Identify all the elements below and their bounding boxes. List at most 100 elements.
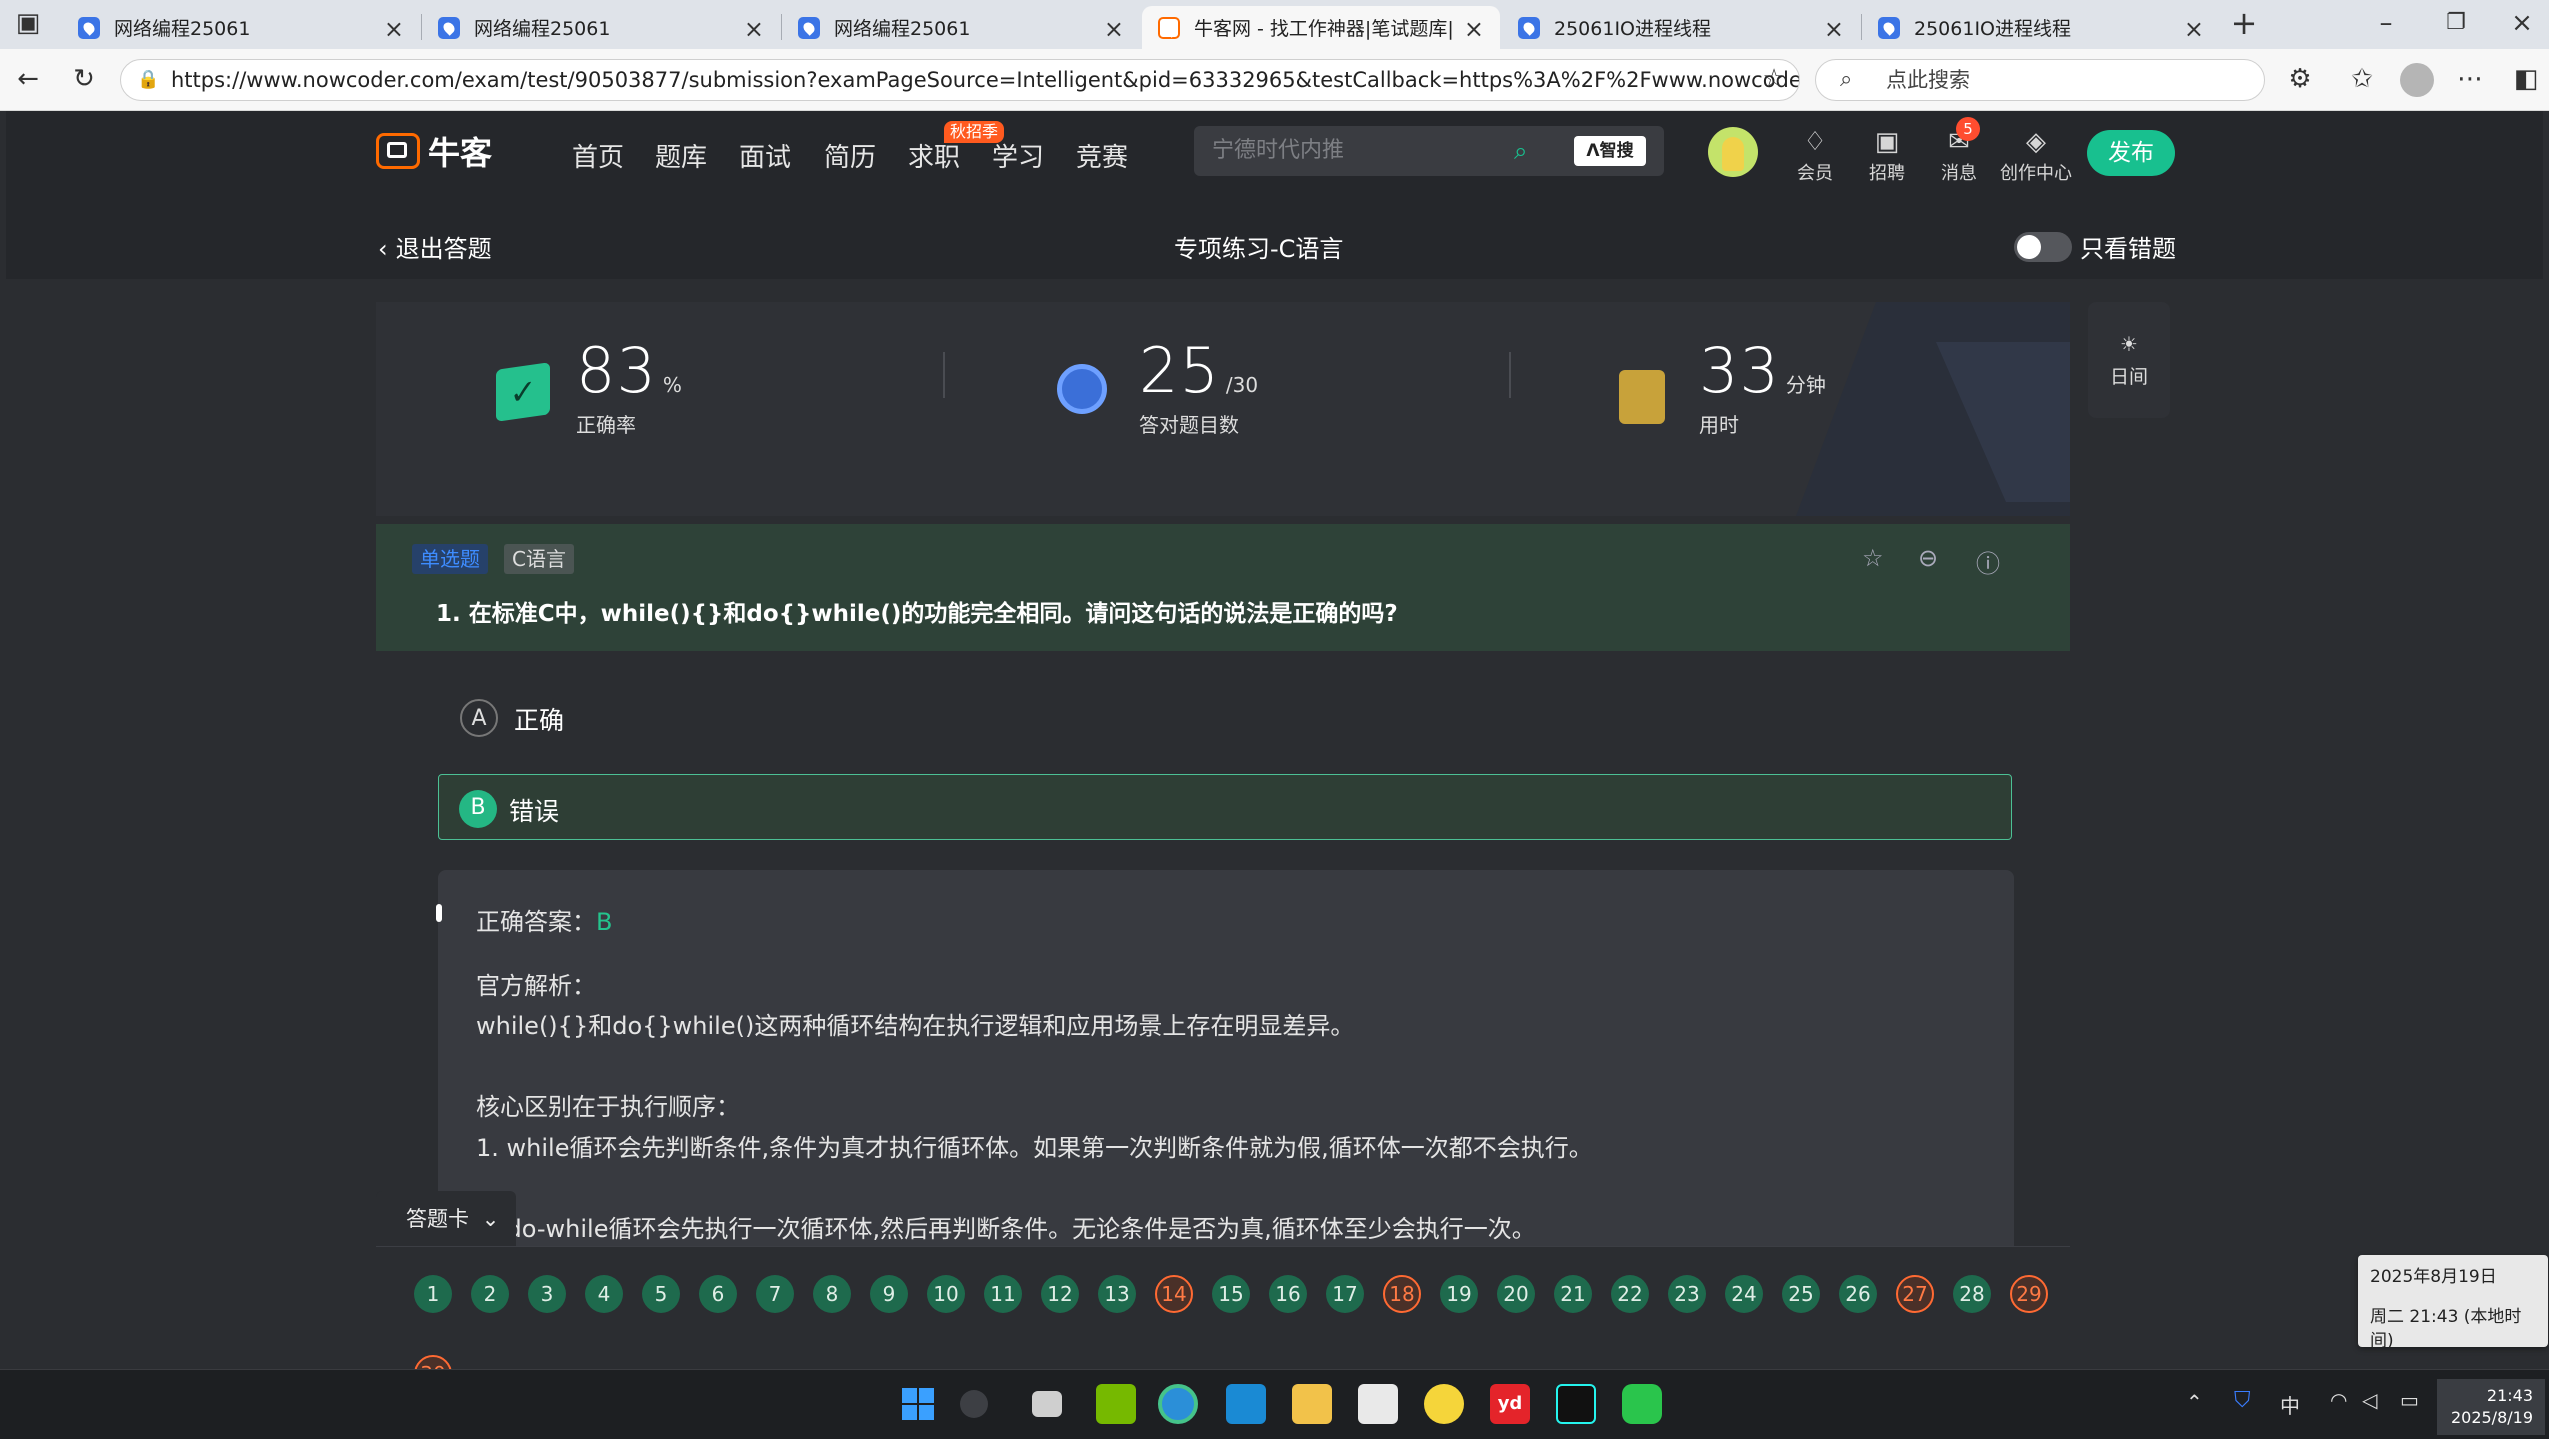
answer-card-number[interactable]: 15	[1212, 1275, 1250, 1313]
only-wrong-toggle[interactable]: 只看错题	[2014, 229, 2176, 264]
option-a[interactable]: A 正确	[438, 684, 2012, 750]
extensions-icon[interactable]: ⚙	[2282, 64, 2318, 94]
volume-icon[interactable]: ◁	[2362, 1388, 2377, 1412]
browser-tab[interactable]: 网络编程25061 ×	[62, 6, 420, 49]
ime-indicator[interactable]: 中	[2280, 1390, 2300, 1419]
ai-search-button[interactable]: Λ智搜	[1574, 136, 1646, 166]
answer-card-number[interactable]: 29	[2010, 1275, 2048, 1313]
edge-icon[interactable]	[1158, 1384, 1198, 1424]
answer-card-number[interactable]: 1	[414, 1275, 452, 1313]
nav-questions[interactable]: 题库	[655, 137, 707, 174]
answer-card-number[interactable]: 4	[585, 1275, 623, 1313]
answer-card-number[interactable]: 18	[1383, 1275, 1421, 1313]
nvidia-icon[interactable]	[1096, 1384, 1136, 1424]
answer-card-number[interactable]: 8	[813, 1275, 851, 1313]
close-icon[interactable]: ×	[2184, 15, 2204, 43]
option-b-correct[interactable]: B 错误	[438, 774, 2012, 840]
sidebar-icon[interactable]: ◧	[2508, 64, 2544, 94]
file-explorer-icon[interactable]	[1292, 1384, 1332, 1424]
answer-card-number[interactable]: 24	[1725, 1275, 1763, 1313]
close-icon[interactable]: ×	[384, 15, 404, 43]
nav-interview[interactable]: 面试	[739, 137, 791, 174]
tiktok-icon[interactable]	[1556, 1384, 1596, 1424]
nav-resume[interactable]: 简历	[824, 137, 876, 174]
answer-card-number[interactable]: 14	[1155, 1275, 1193, 1313]
answer-card-number[interactable]: 23	[1668, 1275, 1706, 1313]
url-field[interactable]: 🔒 https://www.nowcoder.com/exam/test/905…	[120, 59, 1800, 101]
close-icon[interactable]: ×	[744, 15, 764, 43]
user-avatar[interactable]	[1708, 127, 1758, 177]
minimize-icon[interactable]: –	[2368, 8, 2404, 38]
tab-actions-icon[interactable]: ▣	[10, 8, 46, 38]
app-icon[interactable]	[1424, 1384, 1464, 1424]
network-icon[interactable]: ◠	[2330, 1388, 2347, 1412]
restore-icon[interactable]: ❐	[2438, 8, 2474, 38]
close-icon[interactable]: ×	[1824, 15, 1844, 43]
browser-search-field[interactable]: ⌕ 点此搜索	[1815, 59, 2265, 101]
answer-card-number[interactable]: 11	[984, 1275, 1022, 1313]
answer-card-number[interactable]: 27	[1896, 1275, 1934, 1313]
answer-card-number[interactable]: 19	[1440, 1275, 1478, 1313]
close-window-icon[interactable]: ×	[2504, 8, 2540, 38]
exit-button[interactable]: ‹ 退出答题	[378, 229, 492, 264]
answer-card-number[interactable]: 7	[756, 1275, 794, 1313]
answer-card-number[interactable]: 5	[642, 1275, 680, 1313]
task-view-icon[interactable]	[1032, 1391, 1062, 1417]
toggle-switch[interactable]	[2014, 231, 2072, 262]
recruit-button[interactable]: ▣ 招聘	[1852, 127, 1922, 185]
day-night-toggle[interactable]: ☀ 日间	[2088, 302, 2170, 418]
answer-card-number[interactable]: 22	[1611, 1275, 1649, 1313]
search-icon[interactable]: ⌕	[1514, 126, 1527, 176]
favorites-icon[interactable]: ✩	[2344, 64, 2380, 94]
battery-icon[interactable]: ▭	[2400, 1388, 2419, 1412]
refresh-icon[interactable]: ↻	[66, 64, 102, 94]
scrollbar[interactable]	[2543, 111, 2549, 1369]
site-logo[interactable]: 牛客	[376, 131, 492, 172]
search-icon[interactable]	[960, 1390, 988, 1418]
answer-card-number[interactable]: 3	[528, 1275, 566, 1313]
nav-contest[interactable]: 竞赛	[1076, 137, 1128, 174]
answer-card-number[interactable]: 12	[1041, 1275, 1079, 1313]
answer-card-number[interactable]: 10	[927, 1275, 965, 1313]
answer-card-number[interactable]: 9	[870, 1275, 908, 1313]
browser-tab[interactable]: 网络编程25061 ×	[422, 6, 780, 49]
security-icon[interactable]: ⛉	[2234, 1388, 2251, 1413]
answer-card-number[interactable]: 25	[1782, 1275, 1820, 1313]
chevron-up-icon[interactable]: ⌃	[2186, 1390, 2203, 1414]
nav-home[interactable]: 首页	[572, 137, 624, 174]
back-icon[interactable]: ←	[10, 64, 46, 94]
browser-tab[interactable]: 25061IO进程线程 ×	[1502, 6, 1860, 49]
info-icon[interactable]: ⓘ	[1976, 544, 2000, 579]
answer-card-number[interactable]: 2	[471, 1275, 509, 1313]
creator-button[interactable]: ◈ 创作中心	[1996, 127, 2076, 185]
browser-tab[interactable]: 25061IO进程线程 ×	[1862, 6, 2220, 49]
app-icon[interactable]	[1226, 1384, 1266, 1424]
youdao-icon[interactable]: yd	[1490, 1384, 1530, 1424]
publish-button[interactable]: 发布	[2087, 130, 2175, 176]
taskbar-clock[interactable]: 21:43 2025/8/19	[2437, 1379, 2545, 1435]
app-icon[interactable]	[1358, 1384, 1398, 1424]
favorite-icon[interactable]: ☆	[1862, 544, 1884, 572]
answer-card-number[interactable]: 16	[1269, 1275, 1307, 1313]
more-icon[interactable]: ⋯	[2452, 64, 2488, 94]
start-icon[interactable]	[898, 1384, 938, 1424]
profile-avatar[interactable]	[2400, 63, 2434, 97]
answer-card-toggle[interactable]: 答题卡 ⌄	[376, 1191, 516, 1247]
answer-card-number[interactable]: 6	[699, 1275, 737, 1313]
answer-card-number[interactable]: 28	[1953, 1275, 1991, 1313]
browser-tab-active[interactable]: 牛客网 - 找工作神器|笔试题库|面试 ×	[1142, 6, 1500, 49]
answer-card-number[interactable]: 20	[1497, 1275, 1535, 1313]
answer-card-number[interactable]: 13	[1098, 1275, 1136, 1313]
new-tab-icon[interactable]: +	[2226, 7, 2262, 39]
answer-card-number[interactable]: 21	[1554, 1275, 1592, 1313]
minus-circle-icon[interactable]: ⊖	[1918, 544, 1938, 572]
answer-card-number[interactable]: 17	[1326, 1275, 1364, 1313]
close-icon[interactable]: ×	[1464, 15, 1484, 43]
vip-button[interactable]: ♢ 会员	[1780, 127, 1850, 185]
browser-tab[interactable]: 网络编程25061 ×	[782, 6, 1140, 49]
answer-card-number[interactable]: 26	[1839, 1275, 1877, 1313]
wechat-icon[interactable]	[1622, 1384, 1662, 1424]
favorite-star-icon[interactable]: ☆	[1756, 64, 1792, 94]
nav-learn[interactable]: 学习	[992, 137, 1044, 174]
close-icon[interactable]: ×	[1104, 15, 1124, 43]
